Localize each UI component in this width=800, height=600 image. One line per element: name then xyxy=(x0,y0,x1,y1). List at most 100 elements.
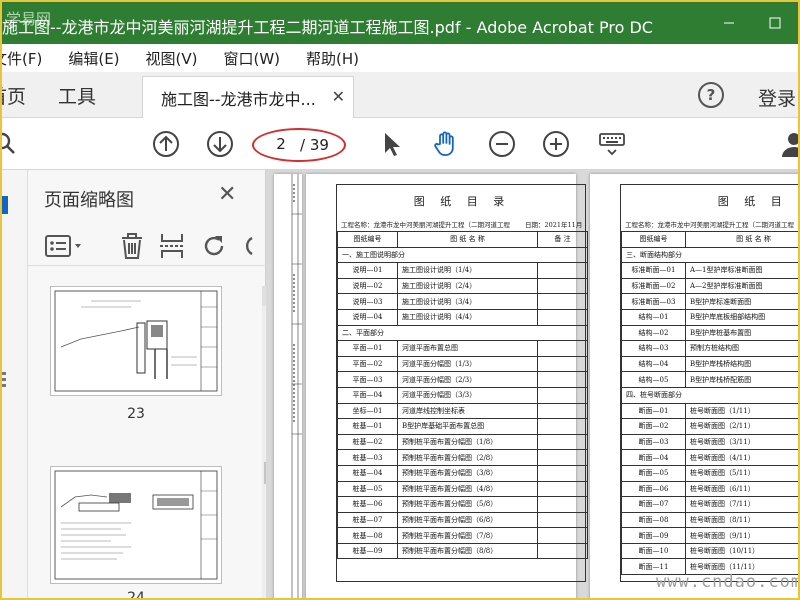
drawing-number-cell: 断面—01 xyxy=(621,402,686,420)
thumbnail-page-23[interactable] xyxy=(50,286,222,396)
zoom-out-icon[interactable] xyxy=(488,130,516,158)
remark-cell xyxy=(537,496,588,513)
keyboard-icon[interactable] xyxy=(598,130,626,158)
page-1-partial xyxy=(274,174,302,598)
drawing-number-cell: 结构—05 xyxy=(621,371,686,388)
drawing-name-cell: B型护岸栈桥配筋图 xyxy=(685,371,798,388)
menu-window[interactable]: 窗口(W) xyxy=(224,48,281,69)
delete-icon[interactable] xyxy=(118,232,146,260)
table-row: 断面—02 桩号断面图（2/11） xyxy=(621,418,798,435)
thumbnail-page-24[interactable] xyxy=(50,466,222,584)
table-row: 平面—01 河道平面布置总图 xyxy=(337,340,588,357)
table-row: 结构—01 B型护岸底板细部结构图 xyxy=(621,308,798,326)
table-section-row: 三、断面结构部分 xyxy=(621,246,798,264)
table-row: 标准断面—03 B型护岸标准断面图 xyxy=(621,293,798,310)
menu-file[interactable]: 文件(F) xyxy=(2,48,42,69)
drawing-name-cell: 河道平面分幅图（2/3） xyxy=(397,371,538,388)
table-row: 断面—06 桩号断面图（6/11） xyxy=(621,480,798,498)
drawing-number-cell: 说明—02 xyxy=(337,277,398,295)
project-name-2: 工程名称：龙港市龙中河美丽河湖提升工程（二期河道工程 xyxy=(625,221,794,229)
rotate-icon[interactable] xyxy=(200,232,228,260)
options-menu-icon[interactable] xyxy=(44,232,84,260)
zoom-in-icon[interactable] xyxy=(542,130,570,158)
table-row: 断面—08 桩号断面图（8/11） xyxy=(621,511,798,529)
menu-help[interactable]: 帮助(H) xyxy=(306,48,359,69)
header-cell: 图纸编号 xyxy=(337,231,398,248)
header-cell: 备 注 xyxy=(537,231,588,248)
page-total: / 39 xyxy=(300,136,329,154)
remark-cell xyxy=(537,262,588,279)
drawing-number-cell: 标准断面—01 xyxy=(621,262,686,279)
index-sheet-2: 图 纸 目 录 工程名称：龙港市龙中河美丽河湖提升工程（二期河道工程 图纸编号 … xyxy=(620,184,798,582)
drawing-number-cell: 桩基—02 xyxy=(337,433,398,451)
section-heading: 一、施工图说明部分 xyxy=(337,246,588,264)
hand-tool-icon[interactable] xyxy=(432,130,460,158)
close-icon[interactable]: ✕ xyxy=(332,87,345,106)
layers-icon[interactable] xyxy=(2,370,10,390)
drawing-number-cell: 结构—02 xyxy=(621,324,686,342)
thumbnails-panel: 页面缩略图 ✕ 23 24 xyxy=(28,170,282,598)
maximize-button[interactable] xyxy=(752,2,798,44)
drawing-index-table: 图纸编号 图 纸 名 称 备 注 一、施工图说明部分 说明—01 施工图设计说明（1… xyxy=(337,231,588,560)
rotate-right-icon[interactable] xyxy=(242,232,256,260)
drawing-name-cell: 河道岸线控制坐标表 xyxy=(397,402,538,420)
remark-cell xyxy=(537,293,588,310)
drawing-name-cell: A—1型护岸标准断面图 xyxy=(685,262,798,279)
toolbar: 2 / 39 xyxy=(2,118,798,170)
table-row: 桩基—07 预制桩平面布置分幅图（6/8） xyxy=(337,511,588,529)
drawing-number-cell: 桩基—08 xyxy=(337,527,398,544)
project-name: 工程名称：龙港市龙中河美丽河湖提升工程（二期河道工程 xyxy=(341,221,510,229)
user-icon[interactable] xyxy=(780,130,798,158)
search-icon[interactable] xyxy=(2,130,20,158)
login-button[interactable]: 登录 xyxy=(758,84,796,111)
drawing-name-cell: B型护岸桩基布置图 xyxy=(685,324,798,342)
drawing-name-cell: 预制桩平面布置分幅图（2/8） xyxy=(397,449,538,466)
prev-page-icon[interactable] xyxy=(152,130,180,158)
select-cursor-icon[interactable] xyxy=(378,130,406,158)
tab-document-label: 施工图--龙港市龙中... xyxy=(161,89,316,109)
drawing-number-cell: 说明—04 xyxy=(337,308,398,326)
panel-title: 页面缩略图 xyxy=(44,190,134,211)
remark-cell xyxy=(537,386,588,404)
minimize-button[interactable] xyxy=(706,2,752,44)
drawing-name-cell: 桩号断面图（4/11） xyxy=(685,449,798,466)
bookmark-icon[interactable] xyxy=(2,196,10,216)
drawing-name-cell: 预制桩平面布置分幅图（3/8） xyxy=(397,464,538,482)
tab-home[interactable]: 首页 xyxy=(2,82,26,109)
drawing-number-cell: 断面—07 xyxy=(621,496,686,513)
remark-cell xyxy=(537,308,588,326)
drawing-number-cell: 桩基—04 xyxy=(337,464,398,482)
page-number-input[interactable]: 2 xyxy=(268,135,294,157)
drawing-name-cell: 桩号断面图（9/11） xyxy=(685,527,798,544)
drawing-name-cell: 施工图设计说明（1/4） xyxy=(397,262,538,279)
close-panel-icon[interactable]: ✕ xyxy=(218,182,236,207)
remark-cell xyxy=(537,542,588,560)
drawing-name-cell: 施工图设计说明（3/4） xyxy=(397,293,538,310)
index-title: 图 纸 目 录 xyxy=(413,195,511,208)
table-section-row: 一、施工图说明部分 xyxy=(337,246,588,264)
tab-tools[interactable]: 工具 xyxy=(58,82,96,109)
insert-page-icon[interactable] xyxy=(158,232,186,260)
drawing-number-cell: 平面—03 xyxy=(337,371,398,388)
menu-edit[interactable]: 编辑(E) xyxy=(68,48,119,69)
drawing-number-cell: 标准断面—02 xyxy=(621,277,686,295)
thumbnail-label-23: 23 xyxy=(127,406,145,422)
table-row: 断面—01 桩号断面图（1/11） xyxy=(621,402,798,420)
help-icon[interactable]: ? xyxy=(698,82,724,108)
drawing-name-cell: B型护岸基础平面布置总图 xyxy=(397,418,538,435)
table-row: 桩基—09 预制桩平面布置分幅图（8/8） xyxy=(337,542,588,560)
drawing-name-cell: A—2型护岸标准断面图 xyxy=(685,277,798,295)
table-section-row: 四、桩号断面部分 xyxy=(621,386,798,404)
tab-document[interactable]: 施工图--龙港市龙中... ✕ xyxy=(142,76,354,118)
remark-cell xyxy=(537,340,588,357)
next-page-icon[interactable] xyxy=(206,130,234,158)
app-window: 学易网 施工图--龙港市龙中河美丽河湖提升工程二期河道工程施工图.pdf - A… xyxy=(2,2,798,598)
drawing-number-cell: 桩基—01 xyxy=(337,418,398,435)
menu-view[interactable]: 视图(V) xyxy=(146,48,198,69)
drawing-number-cell: 断面—06 xyxy=(621,480,686,498)
remark-cell xyxy=(537,371,588,388)
drawing-number-cell: 结构—01 xyxy=(621,308,686,326)
drawing-name-cell: B型护岸标准断面图 xyxy=(685,293,798,310)
table-row: 桩基—05 预制桩平面布置分幅图（4/8） xyxy=(337,480,588,498)
document-view[interactable]: 图 纸 目 录 工程名称：龙港市龙中河美丽河湖提升工程（二期河道工程 日期：20… xyxy=(266,170,798,598)
